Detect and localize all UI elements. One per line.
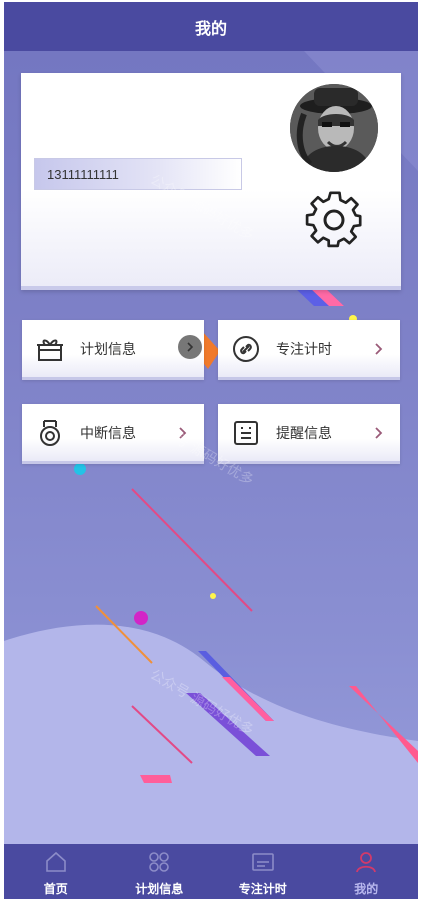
timer-icon <box>251 853 274 871</box>
tab-label: 专注计时 <box>238 882 287 896</box>
screen: 我的 13111111111 计划信息 专注计时 中断信息 提醒信息 公众号 源… <box>4 2 418 899</box>
gear-icon[interactable] <box>304 187 366 249</box>
chevron-right-icon <box>178 335 202 359</box>
menu-label: 专注计时 <box>276 341 332 358</box>
tab-bar: 首页 计划信息 专注计时 我的 <box>4 844 418 899</box>
menu-card-focus-timer[interactable]: 专注计时 <box>218 320 400 380</box>
tab-mine[interactable]: 我的 <box>315 844 419 899</box>
tab-label: 我的 <box>354 882 379 896</box>
menu-card-interrupt-info[interactable]: 中断信息 <box>22 404 204 464</box>
profile-card: 13111111111 <box>21 73 401 290</box>
phone-number: 13111111111 <box>47 166 119 182</box>
tab-plan-info[interactable]: 计划信息 <box>108 844 212 899</box>
chevron-right-icon <box>375 342 383 355</box>
medal-icon <box>40 419 60 446</box>
tab-label: 首页 <box>43 882 68 896</box>
avatar[interactable] <box>290 84 378 172</box>
chevron-right-icon <box>375 426 383 439</box>
chevron-right-icon <box>179 426 187 439</box>
home-icon <box>45 851 66 872</box>
menu-label: 提醒信息 <box>276 425 332 442</box>
page-header: 我的 <box>4 2 418 51</box>
menu-card-reminder-info[interactable]: 提醒信息 <box>218 404 400 464</box>
note-icon <box>234 420 258 445</box>
phone-field[interactable]: 13111111111 <box>34 158 242 190</box>
gift-icon <box>37 339 63 361</box>
user-icon <box>356 852 377 873</box>
menu-label: 中断信息 <box>80 425 136 442</box>
tab-home[interactable]: 首页 <box>4 844 108 899</box>
menu-card-plan-info[interactable]: 计划信息 <box>22 320 204 380</box>
page-title: 我的 <box>194 18 227 38</box>
tab-label: 计划信息 <box>135 882 184 896</box>
link-icon <box>233 335 259 362</box>
avatar-image <box>290 84 378 172</box>
grid-icon <box>149 852 170 872</box>
tab-focus-timer[interactable]: 专注计时 <box>211 844 315 899</box>
